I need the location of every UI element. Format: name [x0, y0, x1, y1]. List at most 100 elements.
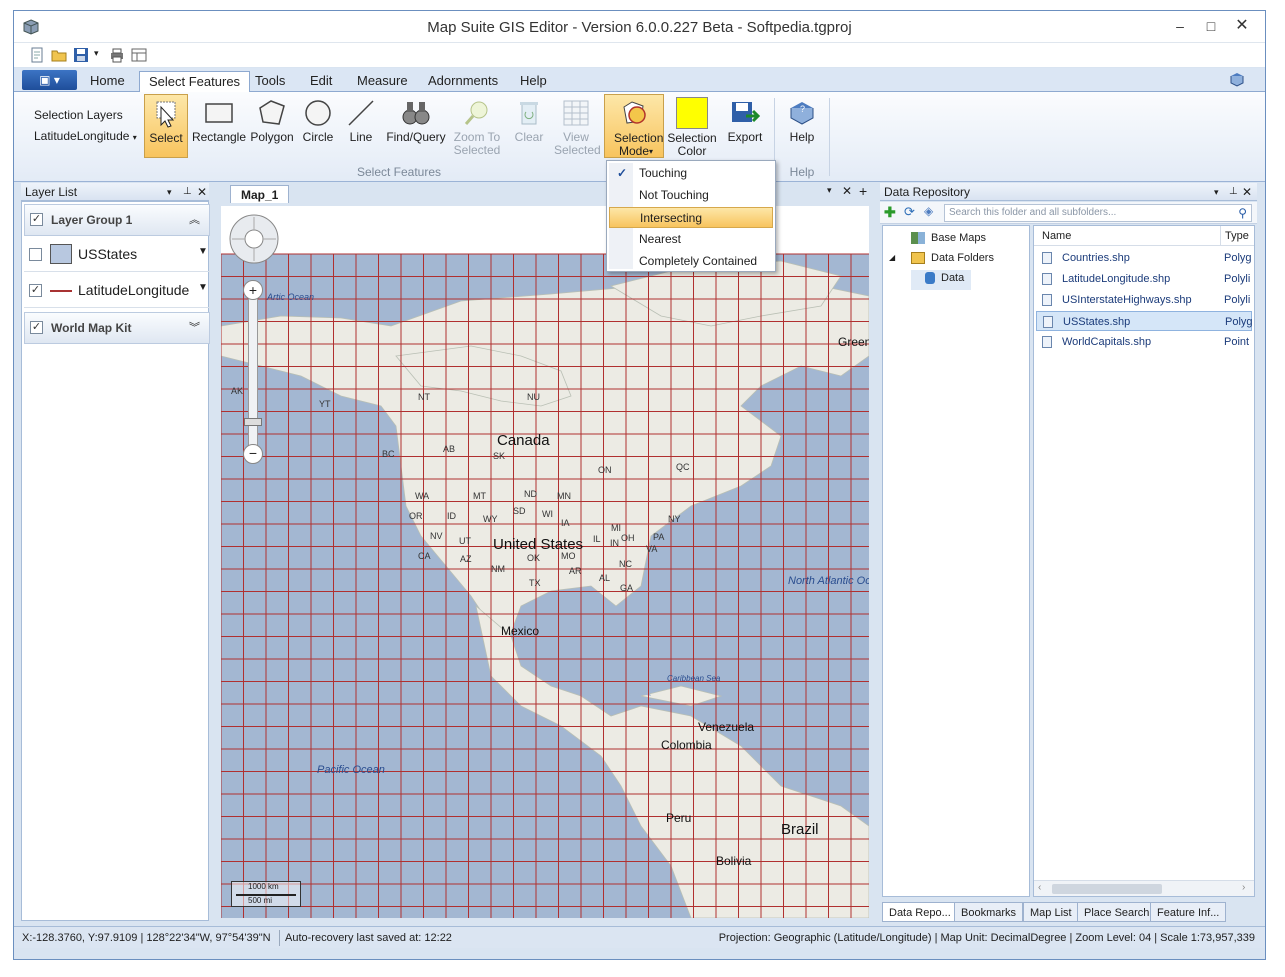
help-book-icon[interactable]: [1229, 72, 1245, 88]
tab-place-search[interactable]: Place Search: [1077, 902, 1157, 922]
selection-layer-dropdown[interactable]: LatitudeLongitude ▾: [34, 129, 137, 143]
menu-item-intersecting[interactable]: Intersecting: [609, 207, 773, 228]
pin-icon[interactable]: ⊥: [1229, 183, 1238, 201]
new-file-icon[interactable]: [29, 47, 45, 63]
horizontal-scrollbar[interactable]: ‹ ›: [1034, 880, 1254, 896]
tab-select-features[interactable]: Select Features: [139, 71, 251, 93]
zoom-slider[interactable]: [248, 284, 258, 454]
zoom-in-icon[interactable]: +: [243, 280, 263, 300]
clear-button[interactable]: Clear: [507, 94, 551, 158]
close-icon[interactable]: ✕: [1242, 183, 1252, 201]
tab-feature-info[interactable]: Feature Inf...: [1150, 902, 1227, 922]
file-row[interactable]: USStates.shp Polyg: [1036, 311, 1253, 331]
line-button[interactable]: Line: [341, 94, 381, 158]
expand-icon[interactable]: ︾: [189, 313, 200, 343]
polygon-button[interactable]: Polygon: [248, 94, 296, 158]
map-label-caribbean: Caribbean Sea: [667, 674, 721, 683]
add-tab-icon[interactable]: +: [859, 183, 867, 199]
dropdown-icon[interactable]: ▾: [167, 183, 172, 201]
close-icon[interactable]: ✕: [197, 183, 207, 201]
save-dropdown-icon[interactable]: ▾: [94, 48, 99, 59]
selection-mode-button[interactable]: Selection Mode ▾: [604, 94, 664, 158]
menu-item-not-touching[interactable]: Not Touching: [609, 185, 773, 206]
view-selected-button[interactable]: View Selected: [554, 94, 601, 158]
maximize-icon[interactable]: □: [1197, 15, 1225, 37]
open-folder-icon[interactable]: [51, 47, 67, 63]
menu-item-nearest[interactable]: Nearest: [609, 229, 773, 250]
help-button[interactable]: ? Help: [780, 94, 824, 158]
layer-group-1[interactable]: ✓ Layer Group 1 ︽: [24, 204, 210, 236]
search-input[interactable]: Search this folder and all subfolders...…: [944, 204, 1252, 222]
collapse-icon[interactable]: ︽: [189, 205, 200, 235]
tab-bookmarks[interactable]: Bookmarks: [954, 902, 1024, 922]
menu-item-completely-contained[interactable]: Completely Contained: [609, 251, 773, 272]
layer-checkbox[interactable]: [29, 248, 42, 261]
file-row[interactable]: Countries.shp Polyg: [1036, 248, 1252, 268]
search-icon[interactable]: ⚲: [1238, 205, 1247, 221]
tab-home[interactable]: Home: [81, 71, 134, 93]
selection-mode-icon: [623, 101, 646, 124]
export-button[interactable]: Export: [721, 94, 769, 158]
application-menu-button[interactable]: ▣ ▾: [22, 70, 77, 90]
dropdown-icon[interactable]: ▾: [1214, 183, 1219, 201]
layers-icon[interactable]: ◈: [924, 204, 933, 218]
minimize-icon[interactable]: –: [1166, 15, 1194, 37]
column-type[interactable]: Type: [1220, 226, 1249, 246]
tree-item-data-folders[interactable]: Data Folders: [911, 252, 994, 265]
file-type: Polyg: [1225, 316, 1253, 328]
tab-help[interactable]: Help: [511, 71, 556, 93]
close-icon[interactable]: ✕: [842, 184, 852, 198]
layer-group-checkbox[interactable]: ✓: [30, 213, 43, 226]
menu-item-touching[interactable]: ✓ Touching: [609, 163, 773, 184]
clear-label: Clear: [514, 130, 544, 144]
scroll-right-icon[interactable]: ›: [1242, 882, 1245, 893]
dropdown-icon[interactable]: ▾: [827, 185, 832, 196]
quick-access-toolbar: ▾: [14, 43, 1265, 67]
zoom-slider-thumb[interactable]: [244, 418, 262, 426]
tree-item-base-maps[interactable]: Base Maps: [911, 232, 986, 245]
tab-edit[interactable]: Edit: [301, 71, 341, 93]
tab-measure[interactable]: Measure: [348, 71, 417, 93]
shapefile-icon: [1042, 252, 1052, 264]
rectangle-button[interactable]: Rectangle: [191, 94, 247, 158]
tab-map-list[interactable]: Map List: [1023, 902, 1079, 922]
selection-color-label: Selection Color: [667, 131, 717, 158]
tree-item-data[interactable]: Data: [911, 270, 971, 290]
tab-tools[interactable]: Tools: [246, 71, 294, 93]
file-row[interactable]: LatitudeLongitude.shp Polyli: [1036, 269, 1252, 289]
map-label-region: ID: [447, 511, 456, 521]
scrollbar-thumb[interactable]: [1052, 884, 1162, 894]
find-query-button[interactable]: Find/Query: [384, 94, 448, 158]
layer-row-usstates[interactable]: USStates ▼: [24, 238, 210, 272]
print-icon[interactable]: [109, 47, 125, 63]
select-button[interactable]: Select: [144, 94, 188, 158]
layer-group-world-map-kit[interactable]: ✓ World Map Kit ︾: [24, 312, 210, 344]
pan-control-icon[interactable]: [227, 212, 281, 266]
map-view[interactable]: + − Canada United States Mexico Venezuel…: [221, 206, 869, 918]
refresh-icon[interactable]: ⟳: [904, 204, 915, 220]
save-icon[interactable]: [73, 47, 89, 63]
circle-button[interactable]: Circle: [297, 94, 339, 158]
column-name[interactable]: Name: [1042, 226, 1071, 246]
file-row[interactable]: WorldCapitals.shp Point: [1036, 332, 1252, 352]
add-icon[interactable]: ✚: [884, 204, 896, 221]
expand-arrow-icon[interactable]: ◢: [889, 253, 895, 262]
tab-map-1[interactable]: Map_1: [230, 185, 290, 203]
close-icon[interactable]: ✕: [1228, 15, 1256, 37]
pin-icon[interactable]: ⊥: [183, 183, 192, 201]
map-label-region: OR: [409, 511, 423, 521]
scroll-left-icon[interactable]: ‹: [1038, 882, 1041, 893]
layer-row-latitudelongitude[interactable]: ✓ LatitudeLongitude ▼: [24, 274, 210, 308]
tab-adornments[interactable]: Adornments: [419, 71, 507, 93]
tab-data-repository[interactable]: Data Repo...: [882, 902, 958, 922]
layout-icon[interactable]: [131, 47, 147, 63]
dropdown-icon[interactable]: ▼: [198, 282, 208, 293]
layer-group-checkbox[interactable]: ✓: [30, 321, 43, 334]
layer-checkbox[interactable]: ✓: [29, 284, 42, 297]
repo-toolbar: ✚ ⟳ ◈ Search this folder and all subfold…: [880, 202, 1257, 224]
zoom-out-icon[interactable]: −: [243, 444, 263, 464]
selection-color-button[interactable]: Selection Color: [665, 94, 719, 158]
file-row[interactable]: USInterstateHighways.shp Polyli: [1036, 290, 1252, 310]
dropdown-icon[interactable]: ▼: [198, 246, 208, 257]
zoom-to-selected-button[interactable]: Zoom To Selected: [450, 94, 504, 158]
